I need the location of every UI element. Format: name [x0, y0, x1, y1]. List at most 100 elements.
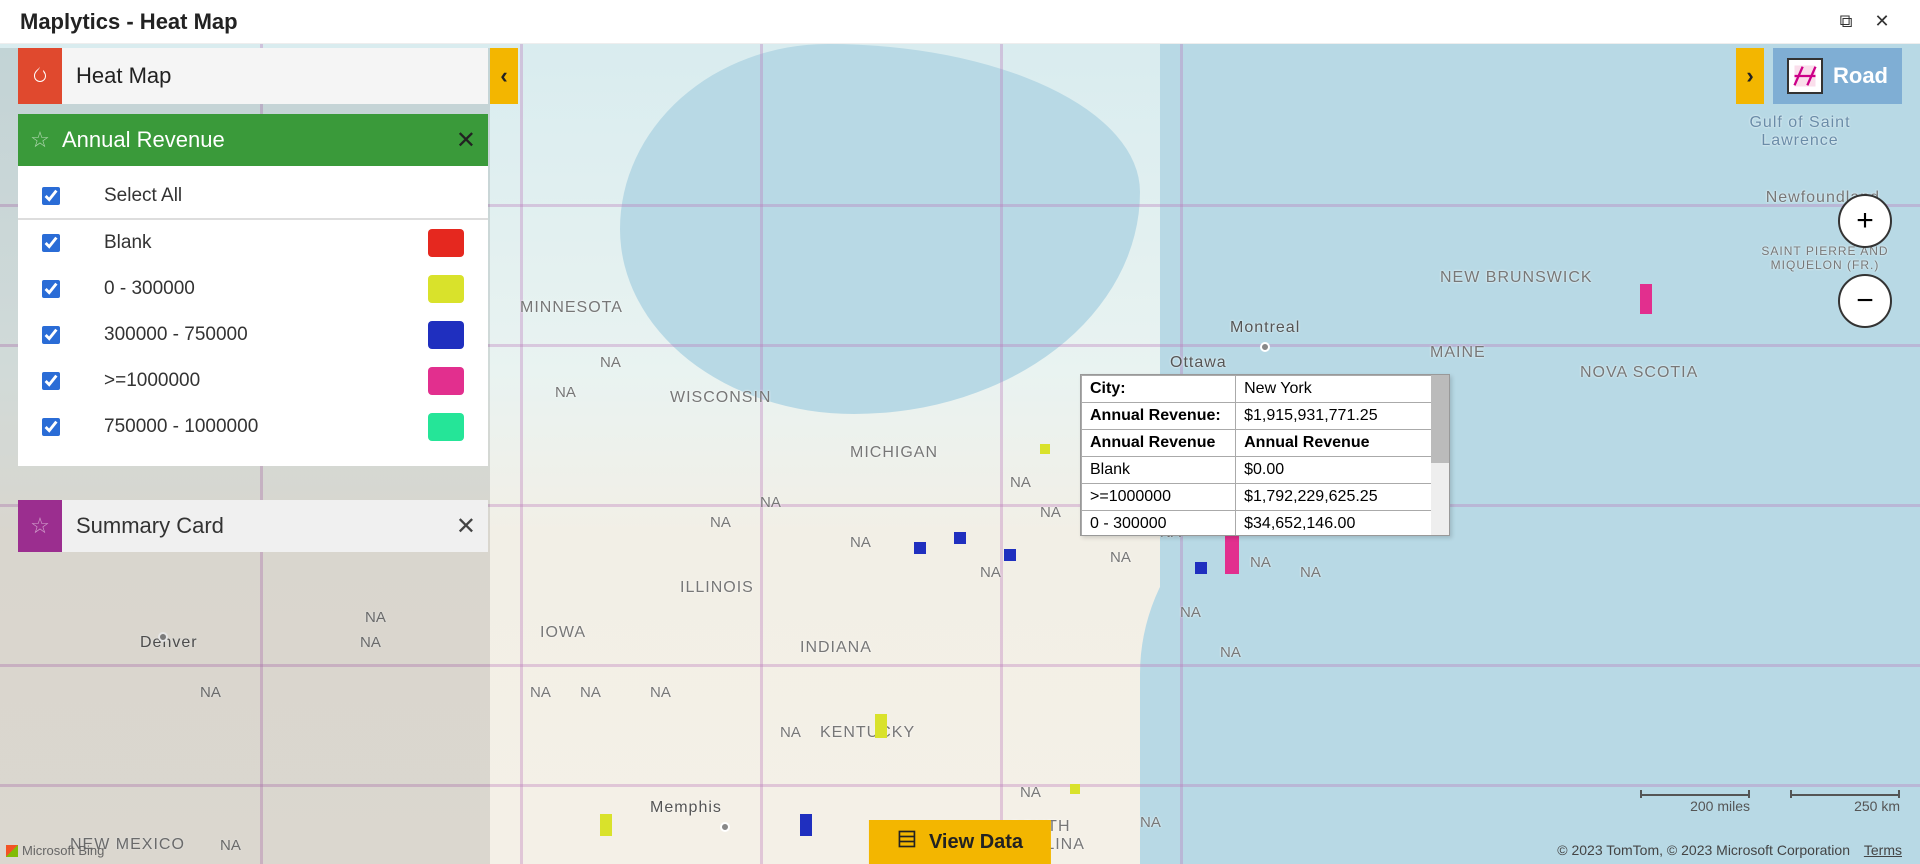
- data-marker[interactable]: [875, 714, 887, 738]
- star-icon[interactable]: ☆: [18, 127, 62, 153]
- data-marker[interactable]: [1640, 284, 1652, 314]
- data-marker[interactable]: [954, 532, 966, 544]
- map-type-label: Road: [1833, 63, 1888, 89]
- filter-swatch: [428, 275, 464, 303]
- map-label: KENTUCKY: [820, 724, 915, 742]
- tooltip-city-label: City:: [1082, 376, 1236, 403]
- map-label: NEW BRUNSWICK: [1440, 269, 1593, 287]
- data-tooltip: City:New York Annual Revenue:$1,915,931,…: [1080, 374, 1450, 536]
- filter-label: >=1000000: [104, 370, 428, 392]
- map-label: MINNESOTA: [520, 299, 623, 317]
- zoom-out-button[interactable]: −: [1838, 274, 1892, 328]
- filter-row[interactable]: 0 - 300000: [18, 266, 488, 312]
- select-all-row[interactable]: Select All: [18, 174, 488, 220]
- filter-checkbox[interactable]: [42, 280, 60, 298]
- filter-checkbox[interactable]: [42, 418, 60, 436]
- filter-checkbox[interactable]: [42, 372, 60, 390]
- tooltip-row-key: 0 - 300000: [1082, 511, 1236, 536]
- scrollbar-thumb[interactable]: [1431, 375, 1449, 463]
- tooltip-row-key: Blank: [1082, 457, 1236, 484]
- filter-label: 0 - 300000: [104, 278, 428, 300]
- map-label: ILLINOIS: [680, 579, 754, 597]
- tooltip-col2: Annual Revenue: [1236, 430, 1449, 457]
- tooltip-row-key: >=1000000: [1082, 484, 1236, 511]
- window-title: Maplytics - Heat Map: [20, 9, 1828, 35]
- zoom-controls: + −: [1838, 194, 1892, 354]
- data-marker[interactable]: [914, 542, 926, 554]
- bing-label: Microsoft Bing: [22, 843, 104, 858]
- select-all-label: Select All: [104, 185, 464, 207]
- chevron-left-icon: ‹: [500, 63, 507, 89]
- filter-row[interactable]: >=1000000: [18, 358, 488, 404]
- tooltip-row-val: $0.00: [1236, 457, 1449, 484]
- tooltip-scrollbar[interactable]: [1431, 375, 1449, 535]
- filter-section-header: ☆ Annual Revenue ✕: [18, 114, 488, 166]
- view-data-label: View Data: [929, 831, 1023, 854]
- scale-km: 250 km: [1790, 794, 1900, 814]
- title-bar: Maplytics - Heat Map ⧉ ✕: [0, 0, 1920, 44]
- filter-label: Blank: [104, 232, 428, 254]
- plus-icon: +: [1856, 204, 1874, 238]
- terms-link[interactable]: Terms: [1864, 842, 1902, 858]
- zoom-in-button[interactable]: +: [1838, 194, 1892, 248]
- collapse-left-button[interactable]: ‹: [490, 48, 518, 104]
- map-label: IOWA: [540, 624, 586, 642]
- summary-card-title: Summary Card: [76, 513, 224, 539]
- heatmap-title: Heat Map: [62, 48, 488, 104]
- tooltip-row-val: $34,652,146.00: [1236, 511, 1449, 536]
- filter-swatch: [428, 367, 464, 395]
- tooltip-row-val: $1,792,229,625.25: [1236, 484, 1449, 511]
- filter-row[interactable]: 300000 - 750000: [18, 312, 488, 358]
- data-marker[interactable]: [800, 814, 812, 836]
- chevron-right-icon: ›: [1746, 63, 1753, 89]
- close-window-icon[interactable]: ✕: [1864, 4, 1900, 40]
- collapse-right-button[interactable]: ›: [1736, 48, 1764, 104]
- tooltip-rev-value: $1,915,931,771.25: [1236, 403, 1449, 430]
- data-marker[interactable]: [1195, 562, 1207, 574]
- map-label: INDIANA: [800, 639, 872, 657]
- map-label: Denver: [140, 634, 198, 652]
- map-label: MAINE: [1430, 344, 1486, 362]
- close-icon[interactable]: ✕: [456, 512, 476, 541]
- filter-row[interactable]: Blank: [18, 220, 488, 266]
- star-icon[interactable]: ☆: [18, 500, 62, 552]
- map-label: Gulf of Saint Lawrence: [1710, 114, 1890, 150]
- data-marker[interactable]: [600, 814, 612, 836]
- road-map-icon: [1787, 58, 1823, 94]
- heatmap-panel: Heat Map ☆ Annual Revenue ✕ Select All B…: [18, 48, 488, 552]
- data-marker[interactable]: [1070, 784, 1080, 794]
- filter-list: Select All Blank 0 - 300000 300000 - 750…: [18, 166, 488, 466]
- filter-checkbox[interactable]: [42, 234, 60, 252]
- tooltip-col1: Annual Revenue: [1082, 430, 1236, 457]
- scale-bar: 200 miles 250 km: [1640, 794, 1900, 814]
- view-data-button[interactable]: View Data: [869, 820, 1051, 864]
- tooltip-rev-label: Annual Revenue:: [1082, 403, 1236, 430]
- filter-label: 300000 - 750000: [104, 324, 428, 346]
- map-label: NOVA SCOTIA: [1580, 364, 1698, 382]
- filter-checkbox[interactable]: [42, 326, 60, 344]
- map-label: MICHIGAN: [850, 444, 938, 462]
- summary-card-header[interactable]: ☆ Summary Card ✕: [18, 500, 488, 552]
- data-marker[interactable]: [1040, 444, 1050, 454]
- filter-label: 750000 - 1000000: [104, 416, 428, 438]
- minus-icon: −: [1856, 284, 1874, 318]
- data-marker[interactable]: [1225, 534, 1239, 574]
- city-dot: [158, 632, 168, 642]
- map-label: Ottawa: [1170, 354, 1227, 372]
- heatmap-panel-header: Heat Map: [18, 48, 488, 104]
- map-type-selector[interactable]: Road: [1773, 48, 1902, 104]
- city-dot: [1260, 342, 1270, 352]
- restore-window-icon[interactable]: ⧉: [1828, 4, 1864, 40]
- map-label: Montreal: [1230, 319, 1300, 337]
- flame-icon: [18, 48, 62, 104]
- close-icon[interactable]: ✕: [456, 126, 476, 155]
- list-icon: [897, 829, 917, 855]
- microsoft-icon: [6, 845, 18, 857]
- scale-miles: 200 miles: [1640, 794, 1750, 814]
- filter-row[interactable]: 750000 - 1000000: [18, 404, 488, 450]
- data-marker[interactable]: [1004, 549, 1016, 561]
- bing-logo: Microsoft Bing: [6, 843, 104, 858]
- filter-swatch: [428, 229, 464, 257]
- map-label: WISCONSIN: [670, 389, 771, 407]
- select-all-checkbox[interactable]: [42, 187, 60, 205]
